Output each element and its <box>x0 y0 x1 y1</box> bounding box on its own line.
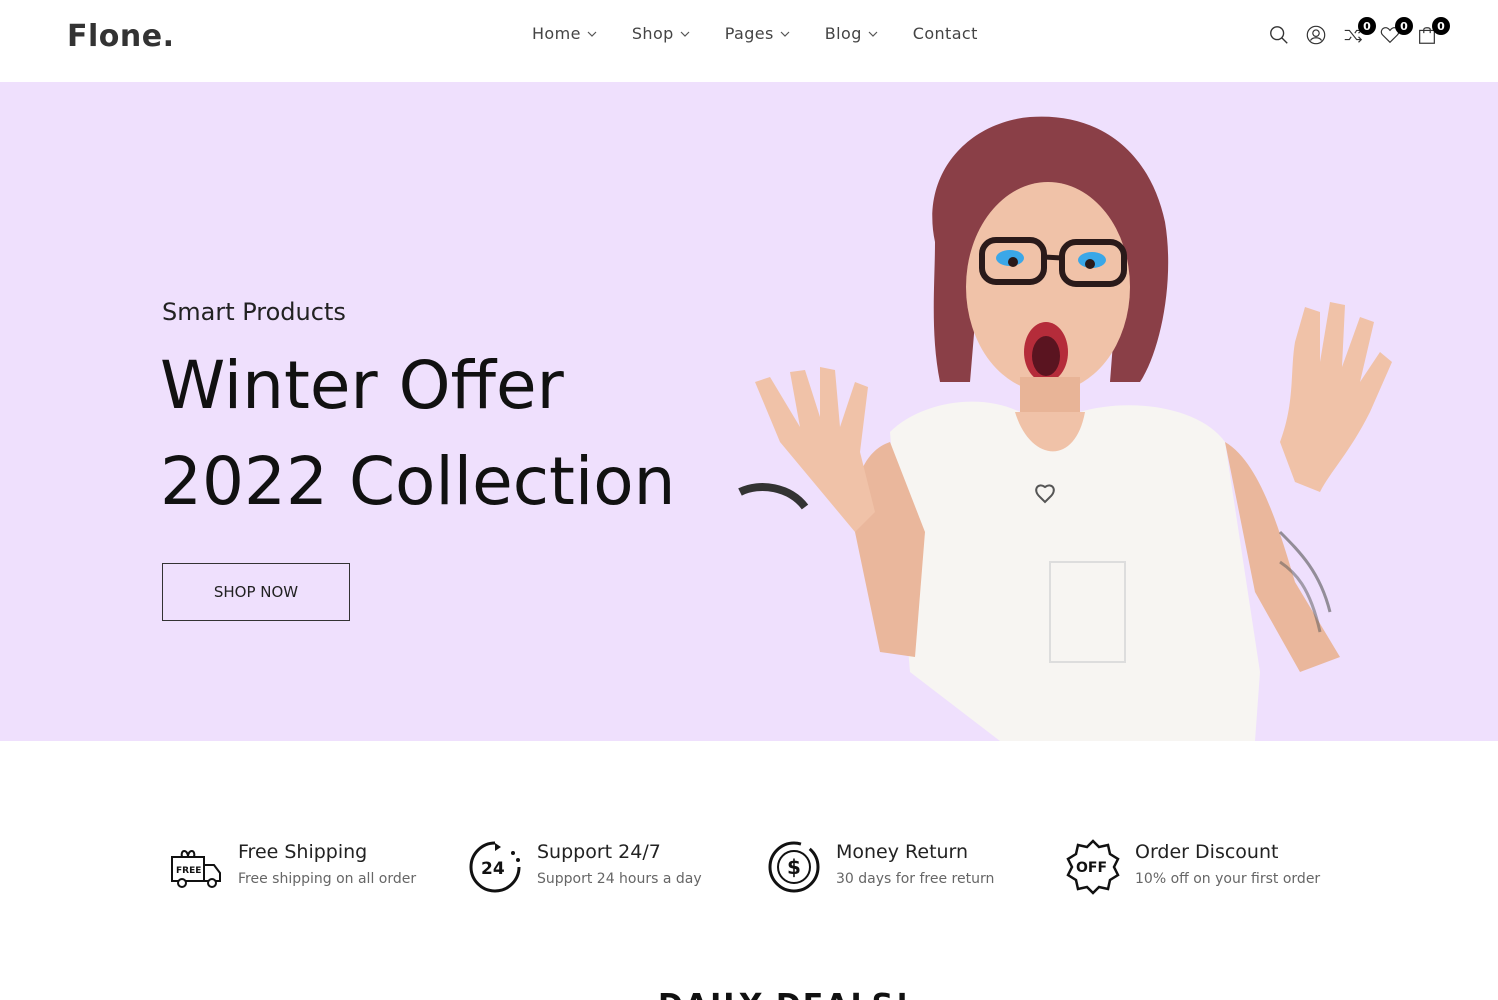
hero-slider: Smart Products Winter Offer 2022 Collect… <box>0 82 1498 741</box>
feature-text: Money Return 30 days for free return <box>836 839 994 887</box>
user-icon <box>1306 25 1326 45</box>
nav-item-label: Home <box>532 24 581 43</box>
support-24-icon: 24 <box>469 841 521 893</box>
hero-subtitle: Smart Products <box>162 298 346 326</box>
wishlist-button[interactable]: 0 <box>1379 17 1413 48</box>
chevron-down-icon <box>780 31 790 37</box>
chevron-down-icon <box>587 31 597 37</box>
feature-support: 24 Support 24/7 Support 24 hours a day <box>467 839 702 895</box>
nav-item-pages[interactable]: Pages <box>725 24 791 43</box>
hero-title-line-2: 2022 Collection <box>160 443 676 520</box>
feature-text: Support 24/7 Support 24 hours a day <box>537 839 702 887</box>
account-button[interactable] <box>1305 24 1329 48</box>
feature-text: Free Shipping Free shipping on all order <box>238 839 416 887</box>
wishlist-count-badge: 0 <box>1395 17 1413 35</box>
cart-count-badge: 0 <box>1432 17 1450 35</box>
feature-title: Support 24/7 <box>537 841 661 863</box>
site-logo[interactable]: Flone. <box>67 19 175 54</box>
compare-button[interactable]: 0 <box>1342 17 1376 48</box>
free-truck-icon: FREE <box>171 850 221 888</box>
hero-title: Winter Offer 2022 Collection <box>160 338 675 530</box>
main-nav: Home Shop Pages Blog Contact <box>532 24 978 43</box>
discount-icon: OFF <box>1066 839 1120 895</box>
cart-button[interactable]: 0 <box>1416 17 1450 48</box>
shop-now-button[interactable]: SHOP NOW <box>162 563 350 621</box>
header-actions: 0 0 0 <box>1268 17 1450 48</box>
feature-order-discount: OFF Order Discount 10% off on your first… <box>1065 839 1320 895</box>
feature-desc: 10% off on your first order <box>1135 871 1321 887</box>
nav-item-label: Blog <box>824 24 862 43</box>
svg-text:$: $ <box>787 855 801 879</box>
nav-item-label: Contact <box>912 24 978 43</box>
svg-text:OFF: OFF <box>1076 860 1107 876</box>
svg-text:24: 24 <box>481 859 505 879</box>
hero-model-image <box>738 116 1392 741</box>
search-button[interactable] <box>1268 24 1292 48</box>
nav-item-blog[interactable]: Blog <box>825 24 879 43</box>
svg-text:FREE: FREE <box>176 866 201 876</box>
feature-title: Free Shipping <box>238 841 368 863</box>
search-icon <box>1270 26 1288 44</box>
features-section: FREE Free Shipping Free shipping on all … <box>0 741 1498 1000</box>
nav-item-label: Pages <box>724 24 774 43</box>
nav-item-home[interactable]: Home <box>532 24 598 43</box>
chevron-down-icon <box>680 31 690 37</box>
feature-text: Order Discount 10% off on your first ord… <box>1135 839 1320 887</box>
daily-deals-heading: DAILY DEALS! <box>658 988 911 1000</box>
feature-desc: Support 24 hours a day <box>537 871 702 887</box>
feature-desc: Free shipping on all order <box>238 871 417 887</box>
hero-title-line-1: Winter Offer <box>160 347 564 424</box>
compare-count-badge: 0 <box>1358 17 1376 35</box>
feature-title: Money Return <box>836 841 969 863</box>
chevron-down-icon <box>868 31 878 37</box>
money-return-icon: $ <box>768 841 820 893</box>
site-header: Flone. Home Shop Pages Blog Contact 0 0 … <box>0 0 1498 81</box>
feature-free-shipping: FREE Free Shipping Free shipping on all … <box>168 839 416 895</box>
nav-item-label: Shop <box>631 24 674 43</box>
nav-item-contact[interactable]: Contact <box>913 24 978 43</box>
feature-money-return: $ Money Return 30 days for free return <box>766 839 994 895</box>
nav-item-shop[interactable]: Shop <box>632 24 691 43</box>
feature-title: Order Discount <box>1135 841 1279 863</box>
feature-desc: 30 days for free return <box>836 871 995 887</box>
